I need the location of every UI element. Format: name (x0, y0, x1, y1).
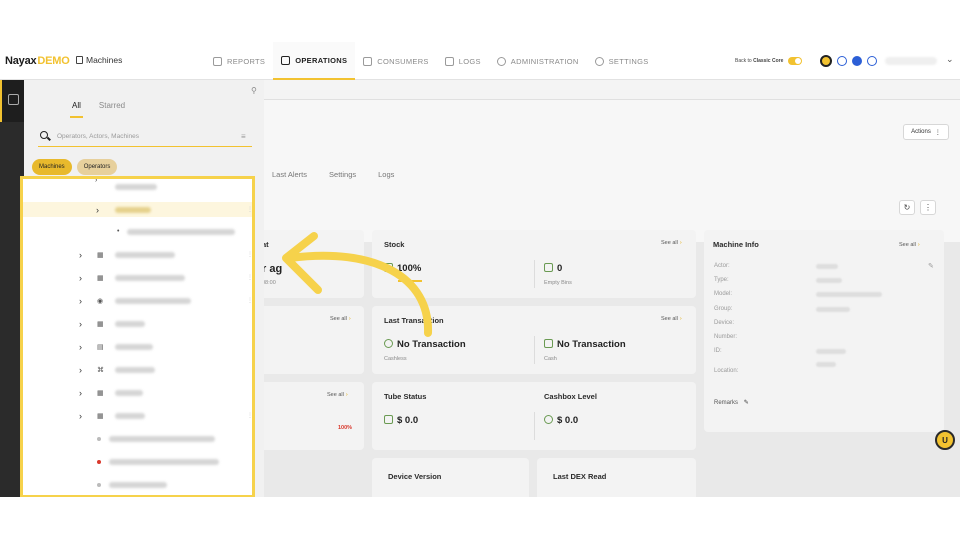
arrow-curve (286, 251, 433, 337)
arrow-head (282, 232, 322, 294)
app-window: NayaxDEMO Machines REPORTS OPERATIONS CO… (0, 42, 960, 497)
annotation-arrow (282, 232, 433, 337)
academy-help-badge[interactable]: U (935, 430, 955, 450)
